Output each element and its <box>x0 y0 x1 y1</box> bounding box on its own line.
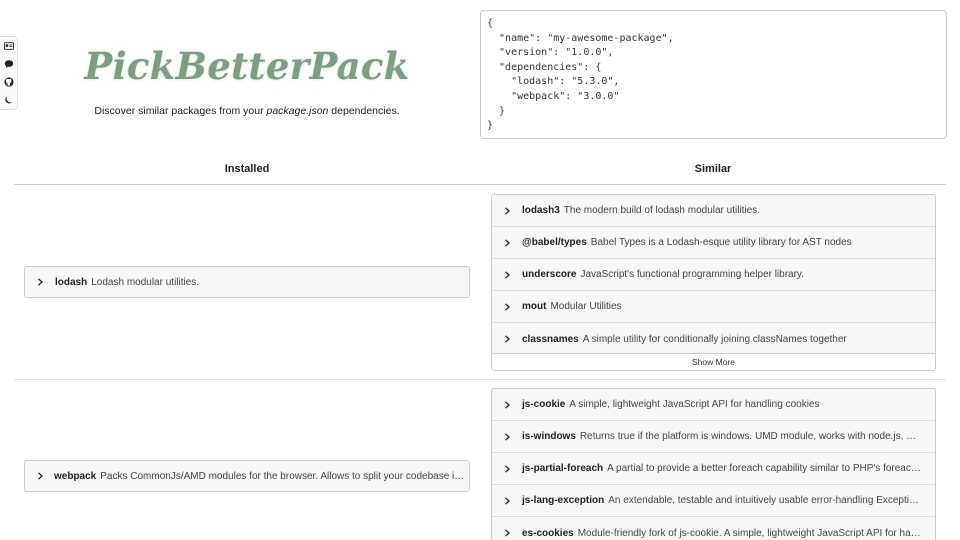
side-toolbar <box>0 36 18 110</box>
chevron-right-icon <box>504 206 512 215</box>
package-description: Babel Types is a Lodash-esque utility li… <box>590 237 852 248</box>
chevron-right-icon <box>37 472 44 480</box>
package-name: js-cookie <box>522 399 566 410</box>
chevron-right-icon <box>37 278 45 286</box>
chevron-right-icon <box>504 270 512 279</box>
package-description: Returns true if the platform is windows.… <box>579 431 935 442</box>
tagline-text-before: Discover similar packages from your <box>94 105 267 117</box>
package-description: A simple, lightweight JavaScript API for… <box>569 399 820 410</box>
package-name: lodash <box>55 276 88 288</box>
similar-packages-list-lodash: lodash3 The modern build of lodash modul… <box>491 194 936 356</box>
package-name: es-cookies <box>522 527 574 539</box>
chevron-right-icon <box>504 432 512 441</box>
tagline-emphasis: package.json <box>266 105 329 117</box>
package-description: Module-friendly fork of js-cookie. A sim… <box>577 527 935 539</box>
package-name: underscore <box>522 269 577 280</box>
row-divider <box>14 379 946 380</box>
package-description: JavaScript's functional programming help… <box>580 269 804 280</box>
similar-package-item[interactable]: underscore JavaScript's functional progr… <box>492 259 935 291</box>
package-name: webpack <box>54 470 97 482</box>
theme-toggle-button[interactable] <box>0 91 17 109</box>
chevron-right-icon <box>504 464 512 473</box>
package-json-editor[interactable]: { "name": "my-awesome-package", "version… <box>480 10 947 139</box>
github-icon <box>3 77 14 87</box>
chat-icon <box>4 60 13 68</box>
package-description: The modern build of lodash modular utili… <box>563 205 761 216</box>
chat-button[interactable] <box>0 55 17 73</box>
similar-package-item[interactable]: mout Modular Utilities <box>492 291 935 323</box>
similar-package-item[interactable]: js-partial-foreach A partial to provide … <box>492 453 935 485</box>
similar-column-header: Similar <box>694 163 732 175</box>
chevron-right-icon <box>504 529 512 537</box>
installed-package-webpack[interactable]: webpack Packs CommonJs/AMD modules for t… <box>24 460 470 492</box>
package-description: Packs CommonJs/AMD modules for the brows… <box>100 470 469 482</box>
tagline: Discover similar packages from your pack… <box>60 105 434 117</box>
similar-package-item[interactable]: js-lang-exception An extendable, testabl… <box>492 485 935 517</box>
similar-package-item[interactable]: es-cookies Module-friendly fork of js-co… <box>492 517 935 540</box>
package-description: An extendable, testable and intuitively … <box>608 495 935 506</box>
similar-package-item[interactable]: @babel/types Babel Types is a Lodash-esq… <box>492 227 935 259</box>
package-description: A partial to provide a better foreach ca… <box>607 463 935 474</box>
installed-column-header: Installed <box>224 163 270 175</box>
package-name: lodash3 <box>522 205 560 216</box>
package-name: classnames <box>522 333 579 345</box>
tagline-text-after: dependencies. <box>328 105 400 117</box>
package-description: A simple utility for conditionally joini… <box>582 333 847 345</box>
show-more-button[interactable]: Show More <box>491 353 936 371</box>
package-description: Modular Utilities <box>550 301 622 312</box>
package-name: js-partial-foreach <box>522 463 604 474</box>
similar-package-item[interactable]: classnames A simple utility for conditio… <box>492 323 935 355</box>
similar-package-item[interactable]: lodash3 The modern build of lodash modul… <box>492 195 935 227</box>
id-card-button[interactable] <box>0 37 17 55</box>
package-name: mout <box>522 301 547 312</box>
similar-package-item[interactable]: is-windows Returns true if the platform … <box>492 421 935 453</box>
chevron-right-icon <box>504 400 512 409</box>
package-name: @babel/types <box>522 237 587 248</box>
package-name: is-windows <box>522 431 576 442</box>
package-name: js-lang-exception <box>522 495 605 506</box>
similar-package-item[interactable]: js-cookie A simple, lightweight JavaScri… <box>492 389 935 421</box>
chevron-right-icon <box>504 238 512 247</box>
app-logo[interactable]: PickBetterPack <box>60 40 434 92</box>
chevron-right-icon <box>504 496 512 505</box>
installed-package-lodash[interactable]: lodash Lodash modular utilities. <box>24 266 470 298</box>
moon-icon <box>4 96 12 104</box>
header-divider <box>14 184 946 185</box>
package-description: Lodash modular utilities. <box>91 276 200 288</box>
id-card-icon <box>3 42 14 50</box>
hero: PickBetterPack Discover similar packages… <box>60 40 434 117</box>
chevron-right-icon <box>504 302 512 311</box>
similar-packages-list-webpack: js-cookie A simple, lightweight JavaScri… <box>491 388 936 540</box>
github-button[interactable] <box>0 73 17 91</box>
chevron-right-icon <box>504 335 512 343</box>
